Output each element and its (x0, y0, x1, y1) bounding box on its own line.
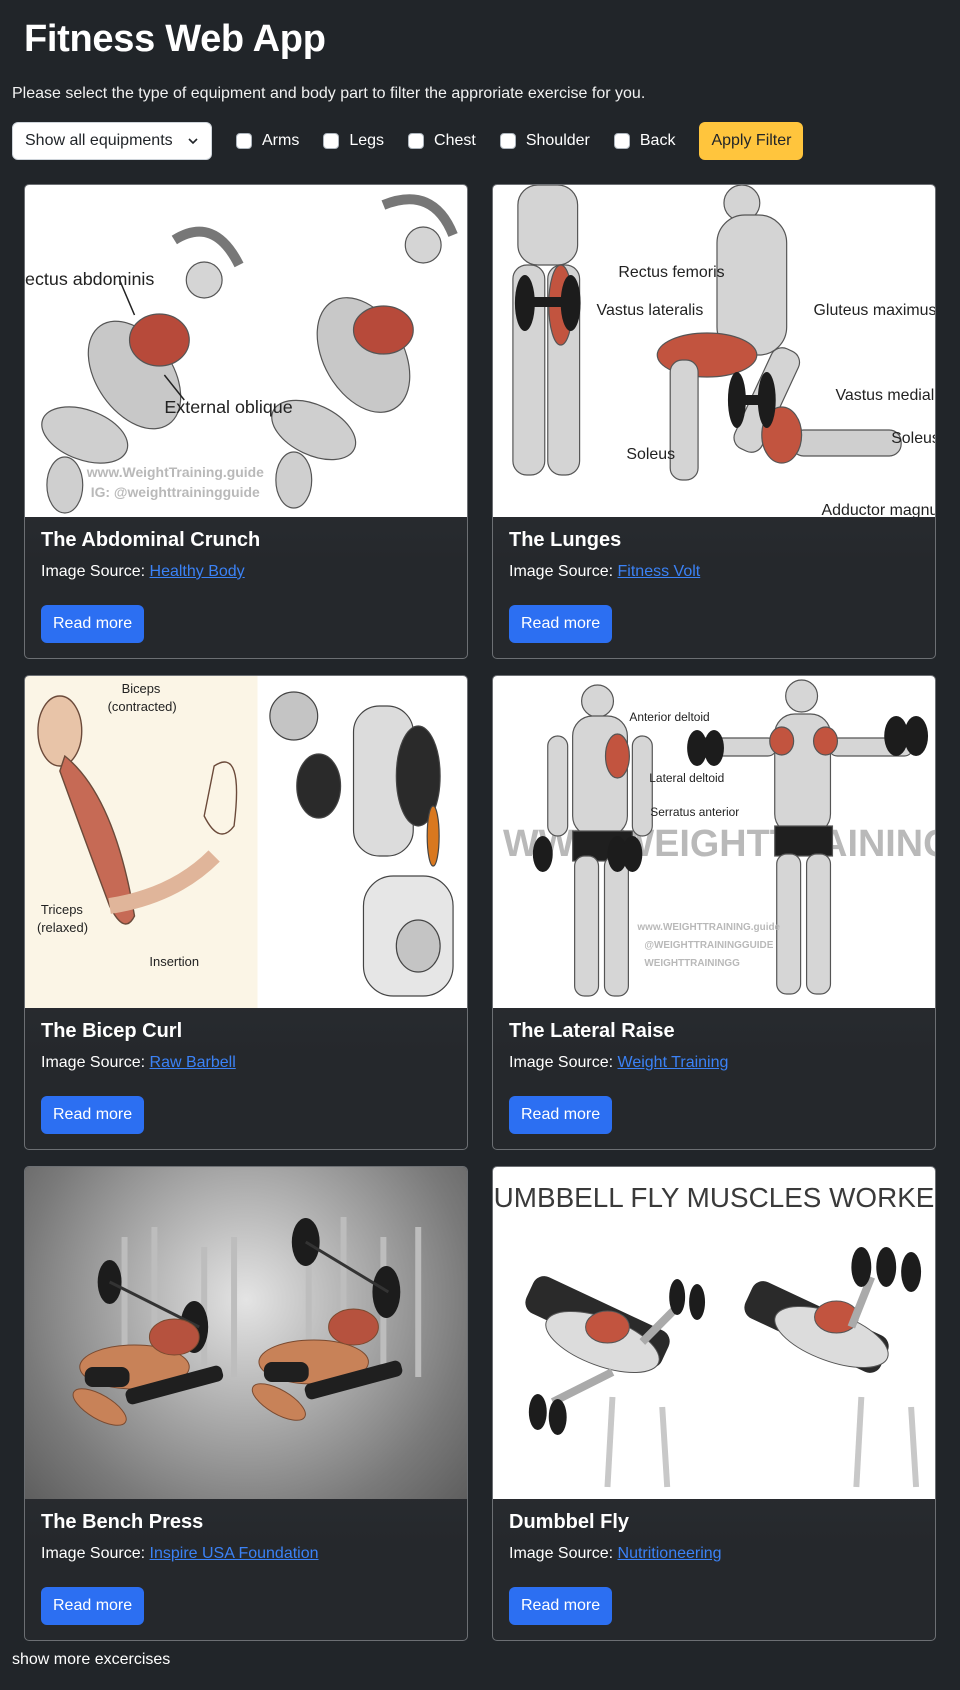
card-body: The Bench Press Image Source: Inspire US… (41, 1511, 451, 1563)
source-prefix: Image Source: (509, 1545, 614, 1562)
read-more-button[interactable]: Read more (509, 605, 613, 643)
checkbox-label: Back (639, 132, 676, 149)
image-label: Vastus medialis (835, 387, 935, 404)
image-label: Insertion (149, 954, 199, 969)
card-title: The Bicep Curl (41, 1020, 183, 1042)
read-more-button[interactable]: Read more (509, 1587, 613, 1625)
image-label: Vastus lateralis (597, 302, 704, 319)
exercise-image: ectus abdominis External oblique www.Wei… (25, 185, 467, 517)
checkbox-label: Arms (262, 132, 300, 149)
card-body: The Lunges Image Source: Fitness Volt (509, 529, 919, 581)
watermark-text: www.WEIGHTTRAINING.guide (636, 922, 780, 933)
checkbox-label: Legs (349, 132, 385, 149)
image-label: Gluteus maximus (814, 302, 935, 319)
checkbox-box[interactable] (323, 133, 340, 149)
exercise-image (25, 1167, 467, 1499)
image-label: Lateral deltoid (649, 771, 724, 785)
card-source: Image Source: Nutritioneering (509, 1545, 919, 1563)
card-body: The Abdominal Crunch Image Source: Healt… (41, 529, 451, 581)
source-prefix: Image Source: (509, 1054, 614, 1071)
image-label: Rectus femoris (618, 264, 724, 281)
source-prefix: Image Source: (509, 563, 614, 580)
checkbox-label: Shoulder (525, 132, 590, 149)
watermark-text: @WEIGHTTRAININGGUIDE (644, 940, 773, 951)
exercise-image: Biceps (contracted) Triceps (relaxed) In… (25, 676, 467, 1008)
image-label: (contracted) (108, 699, 177, 714)
checkbox-box[interactable] (499, 133, 516, 149)
image-heading: DUMBBELL FLY MUSCLES WORKED (493, 1182, 935, 1213)
chevron-down-icon (188, 138, 198, 145)
checkbox-chest[interactable]: Chest (408, 132, 476, 150)
page-title: Fitness Web App (24, 18, 326, 60)
source-prefix: Image Source: (41, 1054, 146, 1071)
card-body: The Bicep Curl Image Source: Raw Barbell (41, 1020, 451, 1072)
exercise-card: Rectus femoris Vastus lateralis Gluteus … (492, 184, 936, 659)
read-more-button[interactable]: Read more (41, 1587, 145, 1625)
card-title: The Abdominal Crunch (41, 529, 261, 551)
card-title: The Lateral Raise (509, 1020, 675, 1042)
exercise-image: Rectus femoris Vastus lateralis Gluteus … (493, 185, 935, 517)
card-body: Dumbbel Fly Image Source: Nutritioneerin… (509, 1511, 919, 1563)
checkbox-shoulder[interactable]: Shoulder (499, 132, 590, 150)
card-body: The Lateral Raise Image Source: Weight T… (509, 1020, 919, 1072)
image-label: ectus abdominis (25, 269, 154, 289)
card-source: Image Source: Fitness Volt (509, 563, 919, 581)
exercise-card: WWW.WEIGHTTRAINING.GUIDE (492, 675, 936, 1150)
source-link[interactable]: Weight Training (618, 1054, 729, 1071)
checkbox-label: Chest (434, 132, 476, 149)
watermark-text: www.WeightTraining.guide (86, 464, 264, 480)
image-label: Soleus (891, 430, 935, 447)
filter-bar: Show all equipments Arms Legs Chest Shou… (12, 122, 804, 160)
checkbox-back[interactable]: Back (613, 132, 676, 150)
read-more-button[interactable]: Read more (41, 605, 145, 643)
apply-filter-button[interactable]: Apply Filter (699, 122, 804, 160)
card-title: The Lunges (509, 529, 622, 551)
intro-text: Please select the type of equipment and … (12, 85, 646, 102)
exercise-card: DUMBBELL FLY MUSCLES WORKED Dumbbel Fly … (492, 1166, 936, 1641)
source-link[interactable]: Healthy Body (150, 563, 245, 580)
card-source: Image Source: Inspire USA Foundation (41, 1545, 451, 1563)
checkbox-legs[interactable]: Legs (323, 132, 384, 150)
exercise-card: Biceps (contracted) Triceps (relaxed) In… (24, 675, 468, 1150)
source-link[interactable]: Fitness Volt (618, 563, 701, 580)
read-more-button[interactable]: Read more (509, 1096, 613, 1134)
source-link[interactable]: Nutritioneering (618, 1545, 722, 1562)
image-label: Biceps (122, 681, 161, 696)
card-source: Image Source: Raw Barbell (41, 1054, 451, 1072)
image-label: External oblique (164, 397, 292, 417)
image-label: Serratus anterior (650, 805, 739, 819)
image-label: Anterior deltoid (629, 710, 709, 724)
source-link[interactable]: Inspire USA Foundation (150, 1545, 319, 1562)
source-prefix: Image Source: (41, 1545, 146, 1562)
watermark-text: IG: @weighttrainingguide (91, 484, 260, 500)
body-part-checkboxes: Arms Legs Chest Shoulder Back (236, 132, 699, 150)
watermark-text: WEIGHTTRAININGG (644, 958, 740, 969)
image-label: Adductor magnus (822, 502, 935, 517)
exercise-card: ectus abdominis External oblique www.Wei… (24, 184, 468, 659)
checkbox-box[interactable] (408, 133, 425, 149)
exercise-image: WWW.WEIGHTTRAINING.GUIDE (493, 676, 935, 1008)
show-more-link[interactable]: show more excercises (12, 1651, 170, 1669)
checkbox-box[interactable] (613, 133, 630, 149)
equipment-select-value: Show all equipments (25, 132, 173, 149)
image-label: (relaxed) (37, 920, 88, 935)
card-source: Image Source: Weight Training (509, 1054, 919, 1072)
equipment-select[interactable]: Show all equipments (12, 122, 212, 160)
read-more-button[interactable]: Read more (41, 1096, 145, 1134)
checkbox-arms[interactable]: Arms (236, 132, 299, 150)
source-link[interactable]: Raw Barbell (150, 1054, 236, 1071)
card-title: The Bench Press (41, 1511, 204, 1533)
exercise-card: The Bench Press Image Source: Inspire US… (24, 1166, 468, 1641)
card-source: Image Source: Healthy Body (41, 563, 451, 581)
image-label: Triceps (41, 902, 83, 917)
exercise-image: DUMBBELL FLY MUSCLES WORKED (493, 1167, 935, 1499)
source-prefix: Image Source: (41, 563, 146, 580)
image-label: Soleus (626, 446, 675, 463)
checkbox-box[interactable] (236, 133, 252, 149)
card-title: Dumbbel Fly (509, 1511, 630, 1533)
